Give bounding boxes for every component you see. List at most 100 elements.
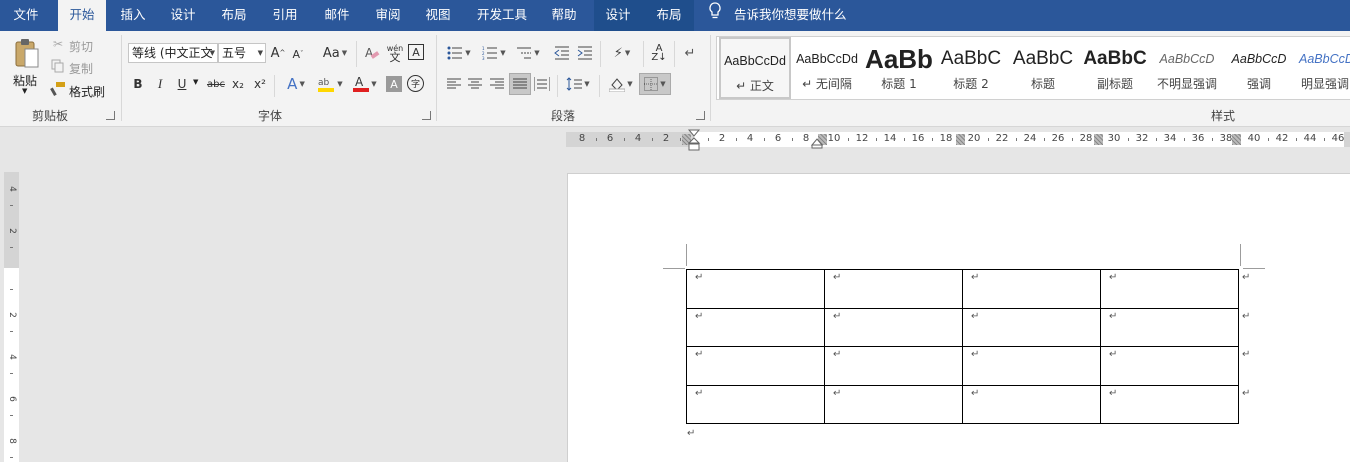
highlight-color-icon[interactable]: ab ▼ <box>315 75 345 93</box>
font-launcher-icon[interactable] <box>422 111 431 120</box>
table-cell[interactable]: ↵ <box>686 346 825 386</box>
tab-developer[interactable]: 开发工具 <box>470 0 534 31</box>
font-size-select[interactable]: 五号 ▼ <box>218 43 266 63</box>
table-cell[interactable]: ↵ <box>962 269 1101 309</box>
table-cell[interactable]: ↵ <box>686 307 825 347</box>
grow-font-icon[interactable]: A ^ <box>270 44 286 62</box>
char-shading-icon[interactable]: A <box>386 76 402 92</box>
underline-button[interactable]: U <box>175 75 189 93</box>
style-subtle-emphasis[interactable]: AaBbCcD 不明显强调 <box>1151 37 1223 99</box>
cut-button[interactable]: 剪切 <box>69 38 93 55</box>
bold-button[interactable]: B <box>131 75 145 93</box>
style-title[interactable]: AaBbC 标题 <box>1007 37 1079 99</box>
tell-me-search[interactable]: 告诉我你想要做什么 <box>708 0 847 31</box>
table-cell[interactable]: ↵ <box>1100 269 1239 309</box>
ruler-column-marker[interactable] <box>956 134 965 145</box>
document-table[interactable]: ↵ ↵ ↵ ↵ ↵ ↵ ↵ ↵ ↵ ↵ ↵ ↵ ↵ ↵ ↵ ↵ <box>686 269 1239 424</box>
ruler-column-marker[interactable] <box>1232 134 1241 145</box>
copy-button[interactable]: 复制 <box>69 60 93 77</box>
style-intense-emphasis[interactable]: AaBbCcD 明显强调 <box>1295 37 1350 99</box>
tab-view[interactable]: 视图 <box>415 0 461 31</box>
char-border-button[interactable]: A <box>408 44 424 60</box>
distributed-icon[interactable] <box>534 75 550 93</box>
style-no-spacing[interactable]: AaBbCcDd ↵ 无间隔 <box>791 37 863 99</box>
tab-mailings[interactable]: 邮件 <box>314 0 360 31</box>
table-cell[interactable]: ↵ <box>1100 384 1239 424</box>
bullets-icon[interactable]: ▼ <box>444 43 474 63</box>
superscript-button[interactable]: x² <box>253 75 267 93</box>
style-preview: AaBb <box>865 44 933 74</box>
paragraph-launcher-icon[interactable] <box>696 111 705 120</box>
tab-review[interactable]: 审阅 <box>365 0 411 31</box>
horizontal-ruler[interactable]: 8 6 4 2 2 4 6 8 10 12 14 16 18 20 22 24 26 28 30 32 34 36 38 40… <box>566 132 1350 147</box>
tab-table-layout[interactable]: 布局 <box>646 0 692 31</box>
style-heading-2[interactable]: AaBbC 标题 2 <box>935 37 1007 99</box>
italic-button[interactable]: I <box>153 75 167 93</box>
ruler-column-marker[interactable] <box>1094 134 1103 145</box>
indent-markers-icon[interactable] <box>687 129 701 155</box>
increase-indent-icon[interactable] <box>576 43 594 63</box>
tab-layout[interactable]: 布局 <box>211 0 257 31</box>
table-cell[interactable]: ↵ <box>962 346 1101 386</box>
clear-formatting-icon[interactable]: A <box>364 44 380 62</box>
style-name: 不明显强调 <box>1156 77 1217 91</box>
row-end-mark: ↵ <box>1242 387 1251 399</box>
style-name: 副标题 <box>1096 77 1133 91</box>
table-cell[interactable]: ↵ <box>824 346 963 386</box>
format-painter-button[interactable]: 格式刷 <box>69 83 105 100</box>
tab-table-design[interactable]: 设计 <box>594 0 642 31</box>
table-cell[interactable]: ↵ <box>686 384 825 424</box>
tab-references[interactable]: 引用 <box>262 0 308 31</box>
align-left-icon[interactable] <box>446 75 462 93</box>
tab-file[interactable]: 文件 <box>0 0 52 31</box>
style-emphasis[interactable]: AaBbCcD 强调 <box>1223 37 1295 99</box>
tab-home[interactable]: 开始 <box>58 0 106 31</box>
align-right-icon[interactable] <box>489 75 505 93</box>
line-spacing-icon[interactable]: ▼ <box>563 75 593 93</box>
table-cell[interactable]: ↵ <box>824 384 963 424</box>
ruler-number: 36 <box>1191 133 1205 144</box>
ruler-tick <box>624 138 625 141</box>
table-cell[interactable]: ↵ <box>962 384 1101 424</box>
shrink-font-icon[interactable]: Aˇ <box>290 46 306 62</box>
style-normal[interactable]: AaBbCcDd ↵ 正文 <box>719 37 791 99</box>
tab-design[interactable]: 设计 <box>160 0 206 31</box>
numbering-icon[interactable]: 1 2 3 ▼ <box>479 43 509 63</box>
chinese-layout-icon[interactable]: ⚡ ▼ <box>607 43 637 63</box>
table-cell[interactable]: ↵ <box>824 307 963 347</box>
sort-icon[interactable]: A Z↓ <box>650 43 668 63</box>
table-cell[interactable]: ↵ <box>1100 307 1239 347</box>
multilevel-list-icon[interactable]: ▼ <box>513 43 543 63</box>
style-heading-1[interactable]: AaBb 标题 1 <box>863 37 935 99</box>
strikethrough-button[interactable]: abc <box>206 75 226 93</box>
table-cell[interactable]: ↵ <box>1100 346 1239 386</box>
phonetic-guide-icon[interactable]: wén 文 <box>386 42 404 64</box>
text-effects-icon[interactable]: A ▼ <box>283 75 309 93</box>
change-case-button[interactable]: Aa ▼ <box>320 44 350 62</box>
underline-chevron-down-icon[interactable]: ▼ <box>193 78 198 86</box>
table-cell[interactable]: ↵ <box>962 307 1101 347</box>
decrease-indent-icon[interactable] <box>553 43 571 63</box>
vertical-ruler[interactable]: 4 2 2 4 6 8 <box>4 172 19 462</box>
enclose-char-button[interactable]: 字 <box>407 75 424 92</box>
font-color-icon[interactable]: A ▼ <box>350 75 380 93</box>
clipboard-launcher-icon[interactable] <box>106 111 115 120</box>
tab-help[interactable]: 帮助 <box>541 0 587 31</box>
paste-icon[interactable] <box>12 36 42 72</box>
show-formatting-marks-icon[interactable]: ↵ <box>682 43 698 63</box>
ruler-tick <box>848 138 849 141</box>
shading-icon[interactable]: ▼ <box>606 75 636 93</box>
subscript-button[interactable]: x₂ <box>231 75 245 93</box>
style-subtitle[interactable]: AaBbC 副标题 <box>1079 37 1151 99</box>
lightbulb-icon <box>708 1 724 31</box>
table-cell[interactable]: ↵ <box>824 269 963 309</box>
table-cell[interactable]: ↵ <box>686 269 825 309</box>
borders-icon[interactable]: ▼ <box>639 73 671 95</box>
char-border-label: A <box>412 45 420 59</box>
paste-chevron-down-icon[interactable]: ▼ <box>22 87 27 95</box>
font-name-select[interactable]: 等线 (中文正文 ▼ <box>128 43 218 63</box>
align-center-icon[interactable] <box>467 75 483 93</box>
justify-icon[interactable] <box>509 73 531 95</box>
tab-insert[interactable]: 插入 <box>110 0 156 31</box>
right-indent-marker-icon[interactable] <box>811 137 823 149</box>
